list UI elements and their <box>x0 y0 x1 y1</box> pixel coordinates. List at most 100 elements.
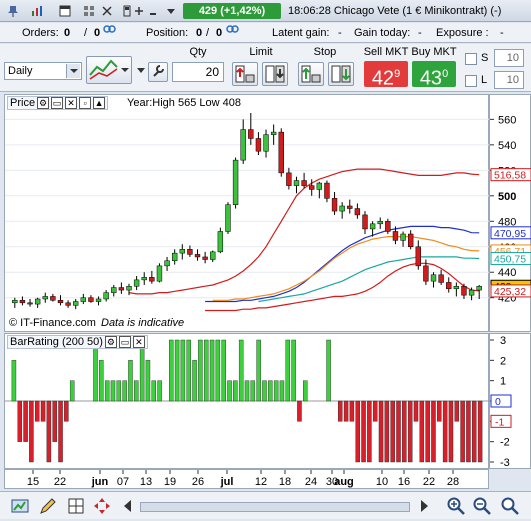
candle <box>301 172 307 189</box>
stop-sell-button[interactable] <box>328 62 354 86</box>
s-checkbox[interactable] <box>465 53 477 65</box>
move-icon[interactable] <box>92 496 112 516</box>
candle-body <box>362 214 368 230</box>
candle <box>278 128 284 177</box>
price-chart[interactable] <box>5 95 490 333</box>
chart-icon[interactable] <box>30 4 44 18</box>
candle-body <box>468 289 475 296</box>
rating-bar <box>460 400 465 463</box>
buy-mkt-button[interactable]: 430 <box>412 61 456 90</box>
position-value-2: 0 <box>216 27 223 39</box>
rating-bar <box>390 400 395 463</box>
time-scrollbar[interactable] <box>140 502 410 512</box>
drawing-tools-icon[interactable] <box>10 496 30 516</box>
link-icon[interactable] <box>102 22 116 43</box>
wrench-icon <box>153 65 164 77</box>
candle-body <box>248 129 254 139</box>
pin-icon[interactable] <box>6 4 20 18</box>
candle <box>88 295 94 303</box>
rating-bar <box>145 360 151 402</box>
price-tag: 425,32 <box>490 284 531 298</box>
arrow-down-icon[interactable] <box>164 4 178 18</box>
pencil-icon[interactable] <box>38 496 58 516</box>
position-value-1: 0 <box>196 27 203 39</box>
chevron-down-icon[interactable] <box>136 66 146 78</box>
restore-icon[interactable]: ▫ <box>79 97 92 109</box>
rating-bar <box>233 380 238 402</box>
rating-bar <box>442 400 448 463</box>
window-icon[interactable]: ▭ <box>118 336 131 348</box>
bar-tag-label: -1 <box>495 416 504 428</box>
l-input[interactable]: 10 <box>494 71 524 89</box>
x-tick-label: 24 <box>305 476 317 488</box>
l-checkbox[interactable] <box>465 75 477 87</box>
candle-body <box>392 231 399 241</box>
candle-body <box>377 221 383 225</box>
candle-body <box>263 134 269 152</box>
order-toolbar: Daily Qty 20 Limit Stop Sell MKT 429 Buy… <box>0 44 531 92</box>
bar-tag: 0 <box>490 394 512 408</box>
candle-body <box>301 180 307 186</box>
candle-body <box>453 285 460 290</box>
link-icon[interactable] <box>225 22 239 43</box>
candle-body <box>171 252 178 262</box>
candle-body <box>309 185 315 190</box>
candle <box>12 297 18 308</box>
candle-body <box>156 265 163 282</box>
grid-icon[interactable] <box>66 496 86 516</box>
scroll-left-icon[interactable] <box>118 496 138 516</box>
period-select[interactable]: Daily <box>4 62 82 80</box>
tile-icon[interactable] <box>82 4 96 18</box>
indicators-button[interactable] <box>86 56 132 84</box>
candle-body <box>179 249 185 254</box>
close-icon[interactable] <box>100 4 114 18</box>
bar-tag-label: 0 <box>495 396 501 408</box>
settings-button[interactable] <box>148 62 168 82</box>
qty-input[interactable]: 20 <box>172 62 224 82</box>
rating-bar <box>355 400 360 463</box>
zoom-in-icon[interactable] <box>446 496 466 516</box>
bar-y-tick-label: 3 <box>500 335 506 347</box>
arrow-up-icon[interactable]: ▲ <box>93 97 106 109</box>
x-tick-label: 13 <box>140 476 152 488</box>
candle <box>248 113 254 145</box>
candle-body <box>225 204 231 232</box>
rating-bar <box>425 400 430 463</box>
wrench-icon[interactable]: ⚙ <box>37 97 50 109</box>
zoom-out-icon[interactable] <box>472 496 492 516</box>
limit-sell-button[interactable] <box>262 62 288 86</box>
close-icon[interactable]: ✕ <box>132 336 145 348</box>
restore-icon[interactable] <box>132 4 146 18</box>
rating-bar <box>174 339 180 402</box>
bar-panel-header: BarRating (200 50) ⚙ ▭ ✕ <box>7 335 148 349</box>
scroll-right-icon[interactable] <box>414 496 434 516</box>
rating-bar <box>29 400 34 463</box>
rating-bar <box>407 400 413 463</box>
wrench-icon[interactable]: ⚙ <box>104 336 117 348</box>
candle-body <box>133 279 140 287</box>
account-info-bar: Orders: 0 / 0 Position: 0 / 0 Latent gai… <box>0 23 531 43</box>
bar-y-tick-label: -2 <box>500 437 510 449</box>
more-icon[interactable] <box>146 4 160 18</box>
stop-buy-button[interactable] <box>298 62 324 86</box>
close-icon[interactable]: ✕ <box>65 97 78 109</box>
bar-rating-chart[interactable] <box>5 334 490 470</box>
x-tick-label: 28 <box>447 476 459 488</box>
s-input[interactable]: 10 <box>494 49 524 67</box>
candle <box>65 300 71 308</box>
sell-price-main: 42 <box>371 67 395 90</box>
window-icon[interactable]: ▭ <box>51 97 64 109</box>
rating-bar <box>110 380 116 402</box>
rating-bar <box>134 380 139 402</box>
stop-buy-icon <box>301 65 321 83</box>
window-icon[interactable] <box>58 4 72 18</box>
rating-bar <box>209 339 215 402</box>
candle <box>194 249 201 261</box>
candle <box>461 283 467 299</box>
chevron-down-icon[interactable] <box>66 64 80 78</box>
sell-mkt-button[interactable]: 429 <box>364 61 408 90</box>
limit-buy-button[interactable] <box>232 62 258 86</box>
zoom-fit-icon[interactable] <box>500 496 520 516</box>
rating-bar <box>437 400 442 422</box>
rating-bar <box>17 400 22 442</box>
